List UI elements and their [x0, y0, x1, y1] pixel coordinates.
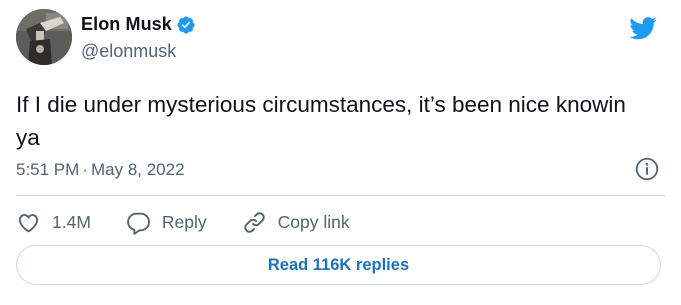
tweet-embed-card: Elon Musk @elonmusk If I die under myste…	[0, 0, 681, 305]
reply-button[interactable]: Reply	[126, 210, 207, 235]
like-button[interactable]: 1.4M	[16, 210, 91, 235]
author-display-name[interactable]: Elon Musk	[81, 14, 172, 35]
read-replies-button[interactable]: Read 116K replies	[16, 245, 661, 285]
link-icon	[243, 211, 265, 233]
timestamp-separator: ·	[82, 160, 88, 179]
tweet-time[interactable]: 5:51 PM	[16, 160, 79, 179]
tweet-date[interactable]: May 8, 2022	[91, 160, 185, 179]
twitter-bird-icon[interactable]	[627, 14, 659, 42]
verified-badge-icon	[176, 15, 196, 35]
heart-icon	[18, 213, 39, 232]
like-count: 1.4M	[52, 211, 91, 232]
tweet-text: If I die under mysterious circumstances,…	[16, 92, 626, 150]
info-icon[interactable]	[634, 156, 660, 182]
reply-bubble-icon	[127, 212, 150, 235]
author-handle[interactable]: @elonmusk	[81, 41, 176, 62]
reply-label: Reply	[161, 211, 207, 232]
divider	[16, 195, 665, 196]
read-replies-label: Read 116K replies	[267, 255, 410, 274]
copy-link-label: Copy link	[277, 211, 350, 232]
avatar[interactable]	[16, 9, 72, 65]
author-name-row[interactable]: Elon Musk	[81, 14, 196, 35]
action-bar: 1.4M Reply Copy link	[16, 206, 385, 238]
copy-link-button[interactable]: Copy link	[242, 210, 350, 235]
tweet-timestamp[interactable]: 5:51 PM · May 8, 2022	[16, 160, 185, 180]
